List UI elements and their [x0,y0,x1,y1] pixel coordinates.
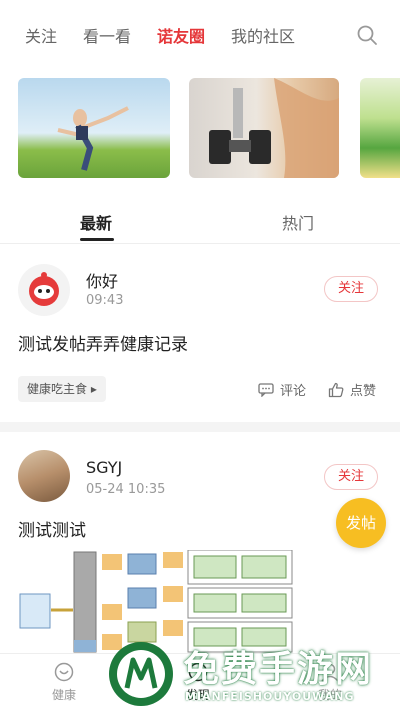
like-button[interactable]: 点赞 [328,380,376,399]
health-icon [54,662,74,682]
nav-health-label: 健康 [51,688,76,702]
post-item[interactable]: SGYJ 05-24 10:35 关注 测试测试 [0,432,400,662]
post-item[interactable]: 你好 09:43 关注 测试发帖弄弄健康记录 健康吃主食 ▸ 评论 点赞 [0,252,400,422]
topic-tag-label: 健康吃主食 [27,382,88,396]
section-divider [0,422,400,432]
sub-tabs: 最新 热门 [0,196,400,244]
post-content[interactable]: 测试测试 [18,516,86,541]
comment-icon [258,382,274,397]
tab-look[interactable]: 看一看 [83,23,131,47]
avatar[interactable] [18,264,70,316]
banner-carousel[interactable] [18,78,400,178]
follow-button[interactable]: 关注 [324,276,378,302]
watermark: 免费手游网 MIANFEISHOUYOUWANG [105,636,395,711]
banner-card-plant[interactable] [360,78,400,178]
comment-button[interactable]: 评论 [258,380,306,399]
mascot-avatar-icon [29,272,59,306]
thumbs-up-icon [328,382,344,397]
post-time: 09:43 [86,293,124,308]
tab-underline [80,238,114,241]
post-time: 05-24 10:35 [86,482,166,497]
comment-label: 评论 [280,384,307,399]
search-icon[interactable] [356,24,378,46]
author-name[interactable]: 你好 [86,268,118,292]
topic-tag[interactable]: 健康吃主食 ▸ [18,376,106,402]
banner-card-dumbbell[interactable] [189,78,339,178]
watermark-text: 免费手游网 [183,649,374,690]
tab-hot[interactable]: 热门 [282,210,314,234]
author-name[interactable]: SGYJ [86,458,122,477]
follow-button[interactable]: 关注 [324,464,378,490]
post-content[interactable]: 测试发帖弄弄健康记录 [18,330,188,355]
tab-follow[interactable]: 关注 [25,23,57,47]
watermark-logo [109,642,173,706]
nav-health[interactable]: 健康 [34,662,94,703]
banner-card-yoga[interactable] [18,78,170,178]
tab-latest[interactable]: 最新 [80,210,112,234]
tab-nuoyouquan[interactable]: 诺友圈 [157,23,205,47]
top-nav: 关注 看一看 诺友圈 我的社区 [0,0,400,70]
new-post-button[interactable]: 发帖 [336,498,386,548]
dumbbell-image [209,78,339,178]
tab-my-community[interactable]: 我的社区 [231,23,295,47]
watermark-subtext: MIANFEISHOUYOUWANG [185,690,355,703]
avatar[interactable] [18,450,70,502]
yoga-image [57,106,129,171]
like-label: 点赞 [350,384,377,399]
caret-right-icon: ▸ [90,382,97,396]
